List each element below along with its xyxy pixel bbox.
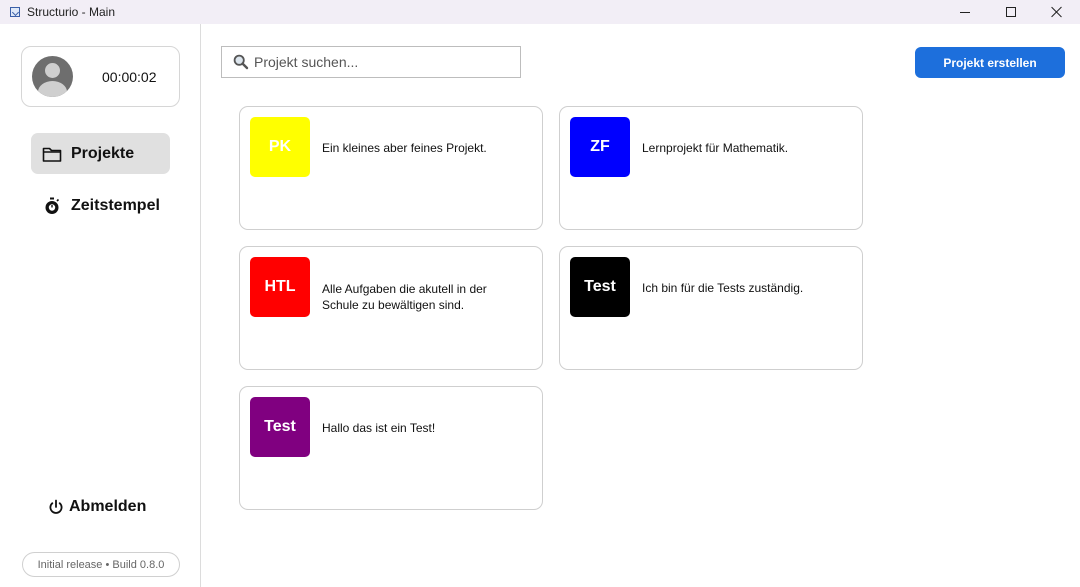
- project-badge: Test: [250, 397, 310, 457]
- project-card[interactable]: Test Ich bin für die Tests zuständig.: [559, 246, 863, 370]
- minimize-button[interactable]: [942, 0, 988, 24]
- project-description: Ich bin für die Tests zuständig.: [642, 281, 804, 295]
- app-icon: [10, 7, 20, 17]
- sidebar-item-projects[interactable]: Projekte: [31, 133, 170, 174]
- sidebar-item-label: Zeitstempel: [71, 196, 160, 214]
- project-card[interactable]: ZF Lernprojekt für Mathematik.: [559, 106, 863, 230]
- search-input[interactable]: [254, 54, 504, 70]
- project-badge: PK: [250, 117, 310, 177]
- build-badge: Initial release • Build 0.8.0: [22, 552, 180, 577]
- logout-label: Abmelden: [69, 498, 147, 515]
- window-title: Structurio - Main: [27, 5, 116, 19]
- project-badge: Test: [570, 257, 630, 317]
- window-controls: [942, 0, 1080, 24]
- search-icon: [233, 54, 249, 70]
- folder-icon: [42, 144, 62, 164]
- project-badge: HTL: [250, 257, 310, 317]
- sidebar: 00:00:02 Projekte Zeitstempel Abmelden I…: [0, 24, 201, 587]
- create-project-button[interactable]: Projekt erstellen: [915, 47, 1065, 78]
- sidebar-item-label: Projekte: [71, 144, 135, 162]
- avatar: [32, 56, 73, 97]
- power-icon: [48, 499, 64, 515]
- session-timer: 00:00:02: [102, 69, 157, 85]
- title-bar: Structurio - Main: [0, 0, 1080, 24]
- user-card: 00:00:02: [21, 46, 180, 107]
- project-card[interactable]: Test Hallo das ist ein Test!: [239, 386, 543, 510]
- logout-button[interactable]: Abmelden: [48, 498, 146, 516]
- close-icon: [1051, 6, 1063, 18]
- close-button[interactable]: [1034, 0, 1080, 24]
- project-description: Lernprojekt für Mathematik.: [642, 141, 789, 155]
- sidebar-item-timestamps[interactable]: Zeitstempel: [31, 185, 170, 226]
- project-description: Ein kleines aber feines Projekt.: [322, 141, 487, 155]
- minimize-icon: [960, 11, 970, 13]
- maximize-icon: [1006, 7, 1016, 17]
- project-card[interactable]: PK Ein kleines aber feines Projekt.: [239, 106, 543, 230]
- project-badge: ZF: [570, 117, 630, 177]
- project-card[interactable]: HTL Alle Aufgaben die akutell in der Sch…: [239, 246, 543, 370]
- search-field[interactable]: [221, 46, 521, 78]
- maximize-button[interactable]: [988, 0, 1034, 24]
- project-description: Hallo das ist ein Test!: [322, 421, 436, 435]
- stopwatch-icon: [42, 196, 62, 216]
- project-description: Alle Aufgaben die akutell in der Schule …: [322, 282, 487, 312]
